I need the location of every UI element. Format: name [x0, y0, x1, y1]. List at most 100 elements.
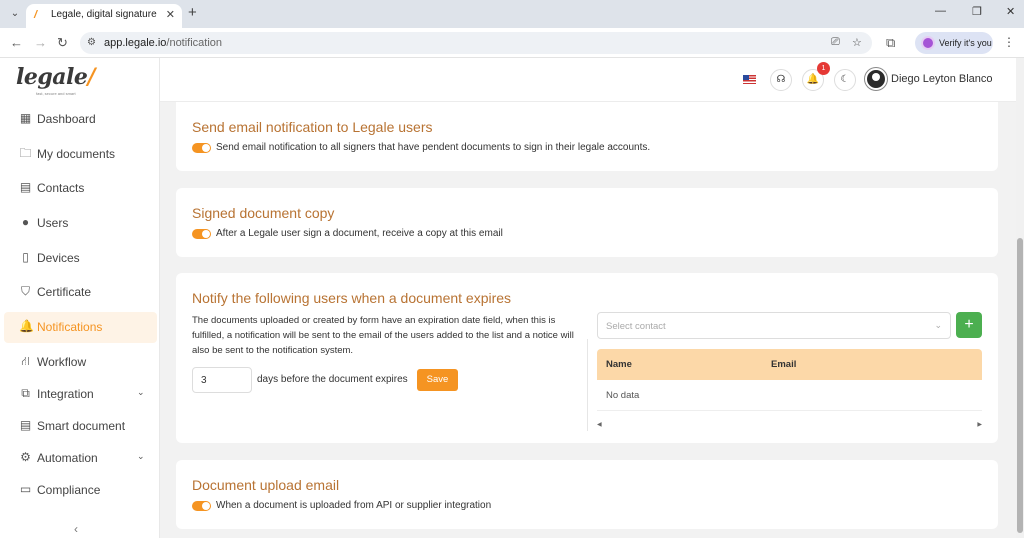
- site-info-icon[interactable]: ⚙: [87, 37, 96, 48]
- profile-avatar: [921, 36, 935, 50]
- restore-icon[interactable]: ❐: [972, 5, 982, 18]
- sidebar-item-label: Smart document: [37, 419, 126, 433]
- sidebar-item-label: Integration: [37, 387, 94, 401]
- send-email-title: Send email notification to Legale users: [192, 119, 433, 135]
- select-contact-dropdown[interactable]: Select contact ⌄: [597, 312, 951, 339]
- scroll-right-icon[interactable]: ▶: [977, 421, 982, 428]
- sidebar-item-contacts[interactable]: ▤ Contacts: [4, 173, 157, 204]
- sidebar-item-label: Contacts: [37, 181, 85, 195]
- close-tab-icon[interactable]: ✕: [166, 8, 175, 21]
- sidebar-item-my-documents[interactable]: 🗀 My documents: [4, 139, 157, 170]
- scroll-left-icon[interactable]: ◀: [597, 421, 602, 428]
- signed-copy-toggle[interactable]: [192, 229, 211, 239]
- sidebar-item-label: Automation: [37, 451, 98, 465]
- expiry-title: Notify the following users when a docume…: [192, 290, 512, 306]
- minimize-icon[interactable]: —: [935, 5, 946, 17]
- sidebar-item-automation[interactable]: ⚙ Automation ⌄: [4, 443, 157, 474]
- select-contact-placeholder: Select contact: [606, 321, 666, 332]
- browser-menu-icon[interactable]: ⋮: [1003, 35, 1015, 49]
- chevron-down-icon: ⌄: [934, 320, 942, 330]
- sidebar-item-smart-document[interactable]: ▤ Smart document: [4, 411, 157, 442]
- extensions-icon[interactable]: ⧉: [886, 35, 895, 51]
- add-contact-button[interactable]: +: [956, 312, 982, 338]
- profile-verify-button[interactable]: Verify it's you: [915, 32, 993, 54]
- shield-icon: ⛉: [20, 284, 30, 298]
- send-email-toggle-label: Send email notification to all signers t…: [216, 142, 651, 153]
- legale-logo[interactable]: legale/ fast, secure and smart: [16, 64, 96, 98]
- column-divider: [587, 339, 588, 431]
- upload-email-title: Document upload email: [192, 477, 340, 493]
- reload-icon[interactable]: ↻: [57, 35, 68, 51]
- tab-title: Legale, digital signature: [51, 9, 157, 20]
- sidebar-item-notifications[interactable]: 🔔 Notifications: [4, 312, 157, 343]
- support-headset-icon[interactable]: ☊: [770, 69, 792, 91]
- us-flag-icon[interactable]: [743, 75, 756, 84]
- upload-email-toggle[interactable]: [192, 501, 211, 511]
- empty-table-text: No data: [606, 390, 640, 401]
- external-link-icon: ⧉: [21, 386, 30, 400]
- user-avatar[interactable]: [865, 68, 887, 90]
- theme-toggle-icon[interactable]: ☾: [834, 69, 856, 91]
- app-header: ☊ 🔔 1 ☾ Diego Leyton Blanco: [160, 58, 1016, 102]
- sidebar-item-certificate[interactable]: ⛉ Certificate: [4, 277, 157, 308]
- collapse-sidebar-icon[interactable]: ‹: [74, 522, 78, 536]
- sidebar-item-devices[interactable]: ▯ Devices: [4, 243, 157, 274]
- profile-verify-label: Verify it's you: [939, 38, 992, 48]
- address-bar[interactable]: ⚙ app.legale.io/notification ⎚ ☆: [80, 32, 872, 54]
- sidebar-item-label: Workflow: [37, 355, 87, 369]
- table-header: Name Email: [597, 349, 982, 380]
- url-text[interactable]: app.legale.io/notification: [104, 37, 222, 49]
- column-header-name[interactable]: Name: [606, 359, 632, 370]
- column-header-email[interactable]: Email: [771, 359, 796, 370]
- contacts-icon: ▤: [19, 180, 32, 194]
- device-icon: ▯: [22, 250, 29, 264]
- sidebar-item-compliance[interactable]: ▭ Compliance: [4, 475, 157, 506]
- notification-count-badge: 1: [817, 62, 830, 75]
- upload-email-toggle-label: When a document is uploaded from API or …: [216, 500, 492, 511]
- bookmark-star-icon[interactable]: ☆: [852, 36, 862, 49]
- browser-tab[interactable]: / Legale, digital signature ✕: [26, 4, 182, 28]
- bell-icon: 🔔: [19, 319, 34, 333]
- table-horizontal-scrollbar[interactable]: ◀ ▶: [597, 419, 982, 429]
- new-tab-icon[interactable]: +: [188, 4, 197, 21]
- gear-icon: ⚙: [20, 450, 31, 464]
- send-email-card: Send email notification to Legale users …: [176, 102, 998, 171]
- days-before-label: days before the document expires: [257, 374, 408, 385]
- close-window-icon[interactable]: ✕: [1006, 5, 1015, 18]
- workflow-icon: ⛙: [21, 354, 30, 368]
- page-scrollbar[interactable]: [1016, 58, 1024, 538]
- signed-copy-title: Signed document copy: [192, 205, 335, 221]
- sidebar-item-dashboard[interactable]: ▦ Dashboard: [4, 104, 157, 135]
- logo-word: legale: [16, 64, 88, 90]
- chevron-down-icon[interactable]: ⌄: [137, 387, 145, 398]
- sidebar-item-label: Users: [37, 216, 69, 230]
- url-host: app.legale.io: [104, 37, 167, 49]
- install-app-icon[interactable]: ⎚: [831, 36, 840, 49]
- sidebar-item-users[interactable]: ● Users: [4, 208, 157, 239]
- legale-favicon-icon: /: [34, 9, 38, 21]
- user-icon: ●: [21, 215, 30, 229]
- days-before-input[interactable]: [192, 367, 252, 393]
- signed-copy-card: Signed document copy After a Legale user…: [176, 188, 998, 257]
- browser-toolbar: ← → ↻ ⚙ app.legale.io/notification ⎚ ☆ ⧉…: [0, 28, 1024, 58]
- user-name[interactable]: Diego Leyton Blanco: [891, 73, 993, 85]
- table-body: No data: [597, 380, 982, 411]
- sidebar: legale/ fast, secure and smart ▦ Dashboar…: [0, 58, 160, 538]
- browser-tab-bar: ⌄ / Legale, digital signature ✕ + — ❐ ✕: [0, 0, 1024, 28]
- forward-icon[interactable]: →: [34, 35, 47, 50]
- save-button[interactable]: Save: [417, 369, 458, 391]
- page-scrollbar-thumb[interactable]: [1017, 238, 1023, 533]
- send-email-toggle[interactable]: [192, 143, 211, 153]
- url-path: /notification: [166, 37, 223, 49]
- sidebar-item-label: Certificate: [37, 285, 92, 299]
- sidebar-item-workflow[interactable]: ⛙ Workflow: [4, 347, 157, 378]
- comment-icon: ▭: [19, 482, 32, 496]
- logo-tagline: fast, secure and smart: [36, 91, 76, 96]
- chevron-down-icon[interactable]: ⌄: [137, 451, 145, 462]
- tab-search-chevron-icon[interactable]: ⌄: [6, 5, 24, 23]
- back-icon[interactable]: ←: [10, 35, 23, 50]
- smart-document-icon: ▤: [19, 418, 32, 432]
- expiry-description: The documents uploaded or created by for…: [192, 315, 574, 356]
- sidebar-item-integration[interactable]: ⧉ Integration ⌄: [4, 379, 157, 410]
- logo-wordmark: legale/: [16, 64, 95, 90]
